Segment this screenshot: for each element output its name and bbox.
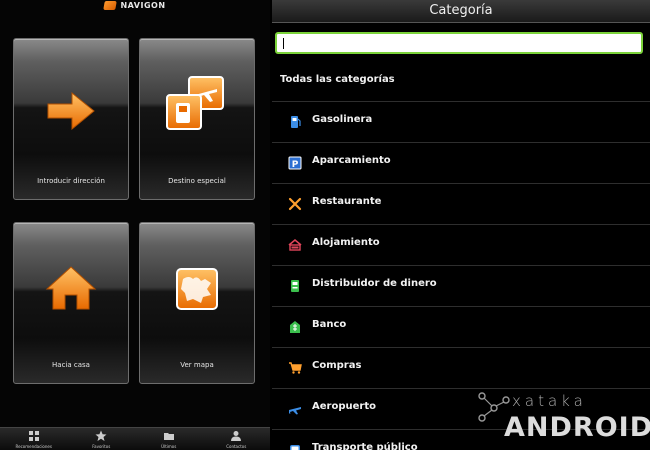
category-item-gasolinera[interactable]: Gasolinera [272, 101, 650, 142]
parking-icon: P [288, 156, 302, 170]
tile-label: Ver mapa [180, 361, 214, 369]
screen-title: Categoría [272, 0, 650, 23]
nav-recommendations[interactable]: Recomendaciones [0, 428, 68, 450]
category-label: Aparcamiento [312, 155, 391, 166]
bus-icon [290, 445, 300, 450]
xataka-android-watermark: xataka ANDROID [472, 388, 650, 450]
view-map-button[interactable]: Ver mapa [139, 222, 255, 384]
category-label: Distribuidor de dinero [312, 278, 437, 289]
category-item-aparcamiento[interactable]: P Aparcamiento [272, 142, 650, 183]
category-label: Restaurante [312, 196, 382, 207]
navigon-logo: NAVIGON [0, 0, 270, 11]
folder-icon [163, 433, 174, 440]
nav-label: Últimos [161, 444, 177, 449]
navigon-logo-text: NAVIGON [120, 1, 166, 10]
watermark-xataka-text: xataka [512, 392, 587, 410]
person-icon [231, 431, 242, 441]
nav-recent[interactable]: Últimos [135, 428, 203, 450]
home-icon [45, 266, 97, 310]
nav-label: Contactos [226, 444, 247, 449]
atm-icon [291, 280, 299, 292]
all-categories-item[interactable]: Todas las categorías [280, 74, 395, 85]
category-item-restaurante[interactable]: Restaurante [272, 183, 650, 224]
poi-airplane-icon [166, 76, 224, 130]
enter-address-button[interactable]: Introducir dirección [13, 38, 129, 200]
navigon-main-menu: NAVIGON Introducir dirección Destino esp… [0, 0, 270, 450]
airplane-icon [289, 407, 301, 415]
restaurant-icon [288, 197, 302, 211]
map-icon [176, 268, 218, 310]
category-item-alojamiento[interactable]: Alojamiento [272, 224, 650, 265]
category-item-distribuidor-de-dinero[interactable]: Distribuidor de dinero [272, 265, 650, 306]
nav-label: Recomendaciones [15, 444, 52, 449]
special-destination-button[interactable]: Destino especial [139, 38, 255, 200]
category-screen: Categoría Todas las categorías Gasoliner… [272, 0, 650, 450]
category-label: Aeropuerto [312, 401, 376, 412]
nav-contacts[interactable]: Contactos [203, 428, 271, 450]
category-label: Gasolinera [312, 114, 373, 125]
arrow-right-icon [47, 91, 95, 131]
category-item-compras[interactable]: Compras [272, 347, 650, 388]
category-item-banco[interactable]: Banco [272, 306, 650, 347]
category-label: Alojamiento [312, 237, 380, 248]
tile-label: Hacia casa [52, 361, 90, 369]
category-search-box[interactable] [275, 32, 643, 54]
navigon-logo-icon [103, 1, 118, 10]
bank-icon [290, 321, 300, 333]
nav-label: Favoritos [92, 444, 111, 449]
category-label: Transporte público [312, 442, 418, 450]
shopping-cart-icon [289, 362, 302, 374]
tile-label: Introducir dirección [37, 177, 105, 185]
grid-icon [28, 431, 39, 441]
star-icon [95, 430, 107, 441]
category-label: Banco [312, 319, 347, 330]
go-home-button[interactable]: Hacia casa [13, 222, 129, 384]
tile-label: Destino especial [168, 177, 226, 185]
watermark-android-text: ANDROID [504, 412, 650, 443]
category-label: Compras [312, 360, 362, 371]
hotel-icon [288, 238, 302, 251]
bottom-navigation: Recomendaciones Favoritos Últimos Contac… [0, 427, 270, 450]
fuel-icon [291, 116, 301, 128]
svg-text:P: P [292, 160, 299, 170]
category-search-input[interactable] [277, 34, 641, 52]
nav-favorites[interactable]: Favoritos [68, 428, 136, 450]
